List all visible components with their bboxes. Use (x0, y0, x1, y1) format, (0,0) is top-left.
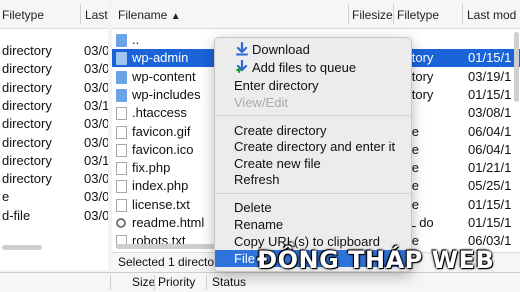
last-modified-cell: 03/1 (84, 152, 108, 168)
table-row[interactable]: directory 03/0 (0, 134, 108, 152)
folder-icon (116, 70, 127, 84)
vertical-scrollbar[interactable] (514, 32, 519, 102)
local-file-list[interactable]: Filetype Last directory 03/0 directory 03/0… (0, 0, 108, 270)
folder-icon (116, 34, 127, 47)
last-modified-cell: 03/0 (84, 134, 108, 150)
menu-item-create-directory[interactable]: Create directory (215, 122, 411, 139)
last-modified-cell: 03/0 (84, 189, 108, 205)
menu-item-label: Add files to queue (252, 60, 357, 75)
menu-item-enter-directory[interactable]: Enter directory (215, 77, 411, 94)
filename-cell: license.txt (132, 196, 190, 212)
last-modified-cell: 03/0 (84, 43, 108, 58)
menu-separator (215, 115, 411, 116)
filename-cell: .. (132, 32, 140, 47)
folder-icon (116, 88, 127, 102)
sort-ascending-icon: ▲ (170, 11, 181, 22)
folder-icon (116, 52, 127, 66)
last-modified-cell: 03/1 (84, 97, 108, 113)
filename-cell: wp-includes (132, 86, 201, 102)
last-modified-cell: 01/15/1 (468, 215, 512, 230)
add-to-queue-icon (236, 60, 248, 73)
file-icon (116, 125, 127, 139)
menu-item-label: Download (252, 42, 310, 57)
filetype-cell: directory (2, 43, 52, 58)
local-list-header: Filetype Last (0, 0, 108, 29)
file-icon (116, 143, 127, 157)
last-modified-cell: 03/0 (84, 79, 108, 95)
filename-cell: index.php (132, 178, 189, 194)
file-icon (116, 107, 127, 121)
remote-list-header: Filename ▲ Filesize Filetype Last mod (112, 0, 520, 29)
last-modified-cell: 01/15/1 (468, 50, 512, 66)
last-modified-cell: 03/0 (84, 171, 108, 187)
menu-item-add-files-to-queue[interactable]: Add files to queue (215, 59, 411, 76)
column-header-last-modified[interactable]: Last mod (467, 8, 516, 22)
last-modified-cell: 03/0 (84, 207, 108, 223)
filename-cell: readme.html (132, 215, 205, 230)
menu-item-create-new-file[interactable]: Create new file (215, 155, 411, 172)
table-row[interactable]: directory 03/1 (0, 97, 108, 115)
last-modified-cell: 01/21/1 (468, 160, 512, 176)
menu-item-view-edit[interactable]: View/Edit (215, 94, 411, 111)
last-modified-cell: 05/25/1 (468, 178, 512, 194)
table-row[interactable]: directory 03/0 (0, 42, 108, 60)
menu-item-refresh[interactable]: Refresh (215, 171, 411, 188)
filetype-cell: directory (2, 61, 52, 77)
last-modified-cell: 06/04/1 (468, 123, 512, 139)
file-icon (116, 198, 127, 212)
filetype-cell: directory (2, 171, 52, 187)
selection-status: Selected 1 directory (118, 255, 225, 269)
filename-cell: wp-content (132, 68, 196, 84)
last-modified-cell: 03/0 (84, 116, 108, 132)
menu-separator (215, 193, 411, 194)
filetype-cell: directory (2, 79, 52, 95)
table-row[interactable]: directory 03/0 (0, 115, 108, 133)
filename-cell: fix.php (132, 160, 171, 176)
column-header-filetype[interactable]: Filetype (397, 8, 439, 22)
gear-icon (116, 218, 126, 228)
filetype-cell: directory (2, 134, 52, 150)
file-icon (116, 180, 127, 194)
queue-column-size[interactable]: Size (132, 273, 155, 292)
menu-item-download[interactable]: Download (215, 41, 411, 58)
filetype-cell: directory (2, 116, 52, 132)
column-header-filename-label: Filename (118, 8, 168, 22)
file-icon (116, 162, 127, 176)
filetype-cell: directory (2, 97, 52, 113)
queue-column-priority[interactable]: Priority (158, 273, 195, 292)
table-row[interactable]: d-file 03/0 (0, 207, 108, 225)
last-modified-cell: 03/0 (84, 61, 108, 77)
table-row[interactable]: directory 03/0 (0, 79, 108, 97)
column-header-last-modified[interactable]: Last (85, 8, 108, 22)
table-row[interactable]: directory 03/0 (0, 170, 108, 188)
last-modified-cell: 01/15/1 (468, 86, 512, 102)
table-row[interactable]: directory 03/1 (0, 152, 108, 170)
filename-cell: .htaccess (132, 105, 187, 121)
filetype-cell: directory (2, 152, 52, 168)
menu-item-create-directory-and-enter[interactable]: Create directory and enter it (215, 138, 411, 155)
filename-cell: favicon.gif (132, 123, 191, 139)
filetype-cell: e (2, 189, 10, 205)
table-row[interactable]: e 03/0 (0, 188, 108, 206)
last-modified-cell: 03/19/1 (468, 68, 512, 84)
download-icon (236, 42, 248, 56)
filetype-cell: d-file (2, 207, 31, 223)
watermark-logo: ĐỒNG THÁP WEB (257, 246, 495, 274)
horizontal-scrollbar[interactable] (2, 245, 42, 250)
column-header-filename[interactable]: Filename ▲ (118, 8, 181, 22)
filename-cell: favicon.ico (132, 141, 194, 157)
table-row[interactable]: directory 03/0 (0, 60, 108, 78)
last-modified-cell: 01/15/1 (468, 196, 512, 212)
column-header-filesize[interactable]: Filesize (352, 8, 393, 22)
filename-cell: wp-admin (132, 50, 189, 66)
transfer-queue-header: Size Priority Status (0, 272, 520, 292)
menu-item-rename[interactable]: Rename (215, 216, 411, 233)
context-menu[interactable]: Download Add files to queue Enter direct… (214, 37, 412, 272)
queue-column-status[interactable]: Status (212, 273, 246, 292)
last-modified-cell: 06/04/1 (468, 141, 512, 157)
last-modified-cell: 03/08/1 (468, 105, 512, 121)
menu-item-delete[interactable]: Delete (215, 199, 411, 216)
column-header-filetype[interactable]: Filetype (2, 8, 44, 22)
